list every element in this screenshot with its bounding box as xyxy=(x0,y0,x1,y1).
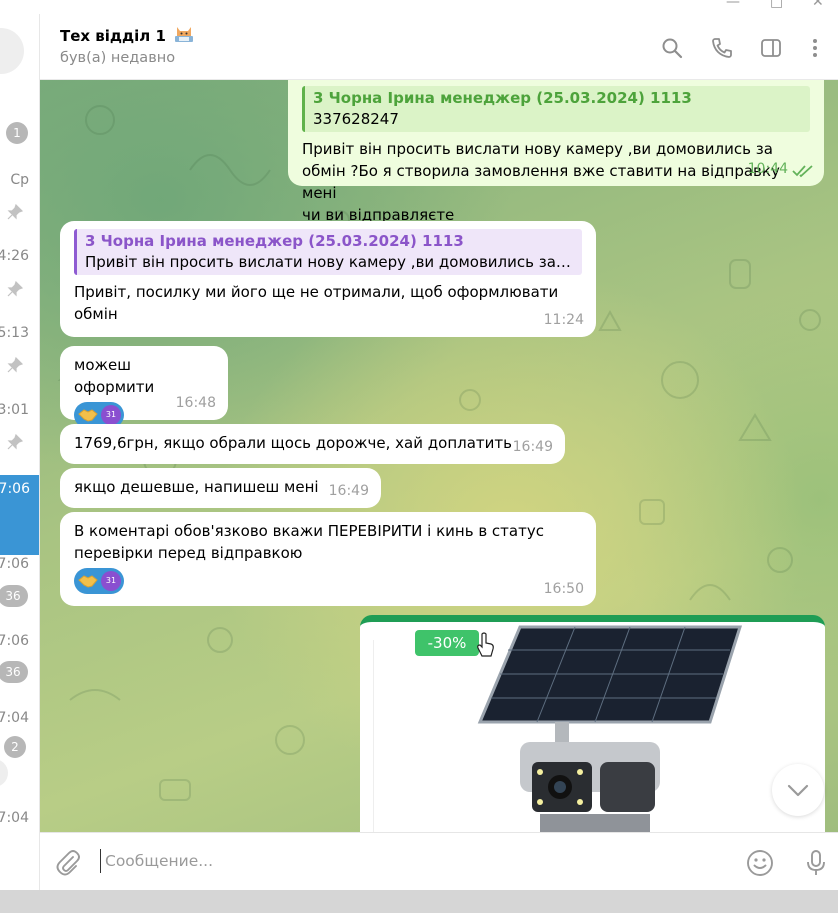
cat-laptop-emoji-icon xyxy=(175,27,194,42)
message-text: 1769,6грн, якщо обрали щось дорожче, хай… xyxy=(74,434,512,452)
chat-time: 4:26 xyxy=(0,248,29,264)
window-titlebar: — □ ✕ xyxy=(0,0,838,14)
double-check-icon xyxy=(792,165,813,178)
maximize-button[interactable]: □ xyxy=(770,0,783,10)
more-options-icon[interactable] xyxy=(803,36,827,60)
sidebar-toggle-icon[interactable] xyxy=(759,36,783,60)
message-text: В коментарі обов'язково вкажи ПЕРЕВІРИТИ… xyxy=(74,522,544,540)
chat-header[interactable]: Тех відділ 1 був(а) недавно xyxy=(40,14,838,80)
message-incoming[interactable]: В коментарі обов'язково вкажи ПЕРЕВІРИТИ… xyxy=(60,512,596,606)
phone-icon[interactable] xyxy=(710,36,734,60)
pin-icon xyxy=(7,204,23,220)
message-incoming[interactable]: якщо дешевше, напишеш мені 16:49 xyxy=(60,468,381,508)
scroll-down-button[interactable] xyxy=(772,764,824,816)
unread-badge: 1 xyxy=(6,122,28,144)
message-incoming[interactable]: можеш оформити 31 16:48 xyxy=(60,346,228,428)
chat-time: 3:01 xyxy=(0,402,29,418)
chat-time: 5:13 xyxy=(0,325,29,341)
chat-time: 7:04 xyxy=(0,810,29,826)
message-outgoing[interactable]: 3 Чорна Ірина менеджер (25.03.2024) 1113… xyxy=(288,80,824,224)
chat-avatar[interactable] xyxy=(0,28,24,74)
pin-icon xyxy=(7,281,23,297)
reply-sender-name: 3 Чорна Ірина менеджер (25.03.2024) 1113 xyxy=(313,89,692,107)
chat-messages-area[interactable]: 3 Чорна Ірина менеджер (25.03.2024) 1113… xyxy=(40,80,838,832)
reaction-button[interactable]: 31 xyxy=(74,568,124,594)
solar-camera-image xyxy=(477,625,743,832)
chat-list: 1 Ср 4:26 5:13 3:01 7:06 7:06 36 7:06 36… xyxy=(0,14,40,890)
message-text: обмін ?Бо я створила замовлення вже став… xyxy=(302,162,780,202)
photo-side-strip xyxy=(360,640,374,832)
message-text: обмін xyxy=(74,305,118,323)
pin-icon xyxy=(7,434,23,450)
message-composer xyxy=(40,832,838,890)
unread-badge: 36 xyxy=(0,585,28,607)
chat-status: був(а) недавно xyxy=(60,50,176,66)
unread-badge: 2 xyxy=(4,736,26,758)
chat-time: 7:04 xyxy=(0,710,29,726)
chat-time: 7:06 xyxy=(0,556,29,572)
minimize-button[interactable]: — xyxy=(726,0,740,10)
pin-icon xyxy=(7,357,23,373)
photo-message[interactable]: -30% xyxy=(360,615,825,832)
message-incoming[interactable]: 1769,6грн, якщо обрали щось дорожче, хай… xyxy=(60,424,565,464)
message-time: 11:24 xyxy=(543,312,584,328)
handshake-icon xyxy=(78,409,98,422)
chat-list-item-active[interactable]: 7:06 xyxy=(0,475,39,555)
message-time: 16:50 xyxy=(543,581,584,597)
handshake-icon xyxy=(78,575,98,588)
message-time: 10:44 xyxy=(747,161,788,177)
attach-icon[interactable] xyxy=(54,849,82,877)
message-text: перевірки перед відправкою xyxy=(74,544,303,562)
reply-quote[interactable]: 3 Чорна Ірина менеджер (25.03.2024) 1113… xyxy=(302,86,810,132)
microphone-icon[interactable] xyxy=(802,849,830,877)
search-icon[interactable] xyxy=(660,36,684,60)
chevron-down-icon xyxy=(787,784,809,797)
reaction-user-avatar: 31 xyxy=(101,571,121,591)
reply-quote[interactable]: 3 Чорна Ірина менеджер (25.03.2024) 1113… xyxy=(74,229,582,275)
chat-title[interactable]: Тех відділ 1 xyxy=(60,24,195,45)
message-incoming[interactable]: 3 Чорна Ірина менеджер (25.03.2024) 1113… xyxy=(60,221,596,337)
chat-time: 7:06 xyxy=(0,633,29,649)
chat-avatar[interactable] xyxy=(0,759,8,787)
message-text: Привіт він просить вислати нову камеру ,… xyxy=(302,140,773,158)
reply-text: 337628247 xyxy=(313,110,399,128)
unread-badge: 36 xyxy=(0,661,28,683)
reply-sender-name: 3 Чорна Ірина менеджер (25.03.2024) 1113 xyxy=(85,232,464,250)
chat-time: Ср xyxy=(10,172,29,188)
message-text: Привіт, посилку ми його ще не отримали, … xyxy=(74,283,559,301)
message-time: 16:49 xyxy=(512,439,553,455)
chat-title-text: Тех відділ 1 xyxy=(60,27,166,45)
reaction-user-avatar: 31 xyxy=(101,405,121,425)
close-button[interactable]: ✕ xyxy=(812,0,824,10)
reply-text: Привіт він просить вислати нову камеру ,… xyxy=(85,253,574,271)
message-time: 16:49 xyxy=(328,483,369,499)
message-text: якщо дешевше, напишеш мені xyxy=(74,478,319,496)
emoji-icon[interactable] xyxy=(746,849,774,877)
hand-cursor-icon xyxy=(477,632,494,657)
chat-time: 7:06 xyxy=(0,481,30,497)
message-input[interactable] xyxy=(100,849,700,873)
message-time: 16:48 xyxy=(175,395,216,411)
